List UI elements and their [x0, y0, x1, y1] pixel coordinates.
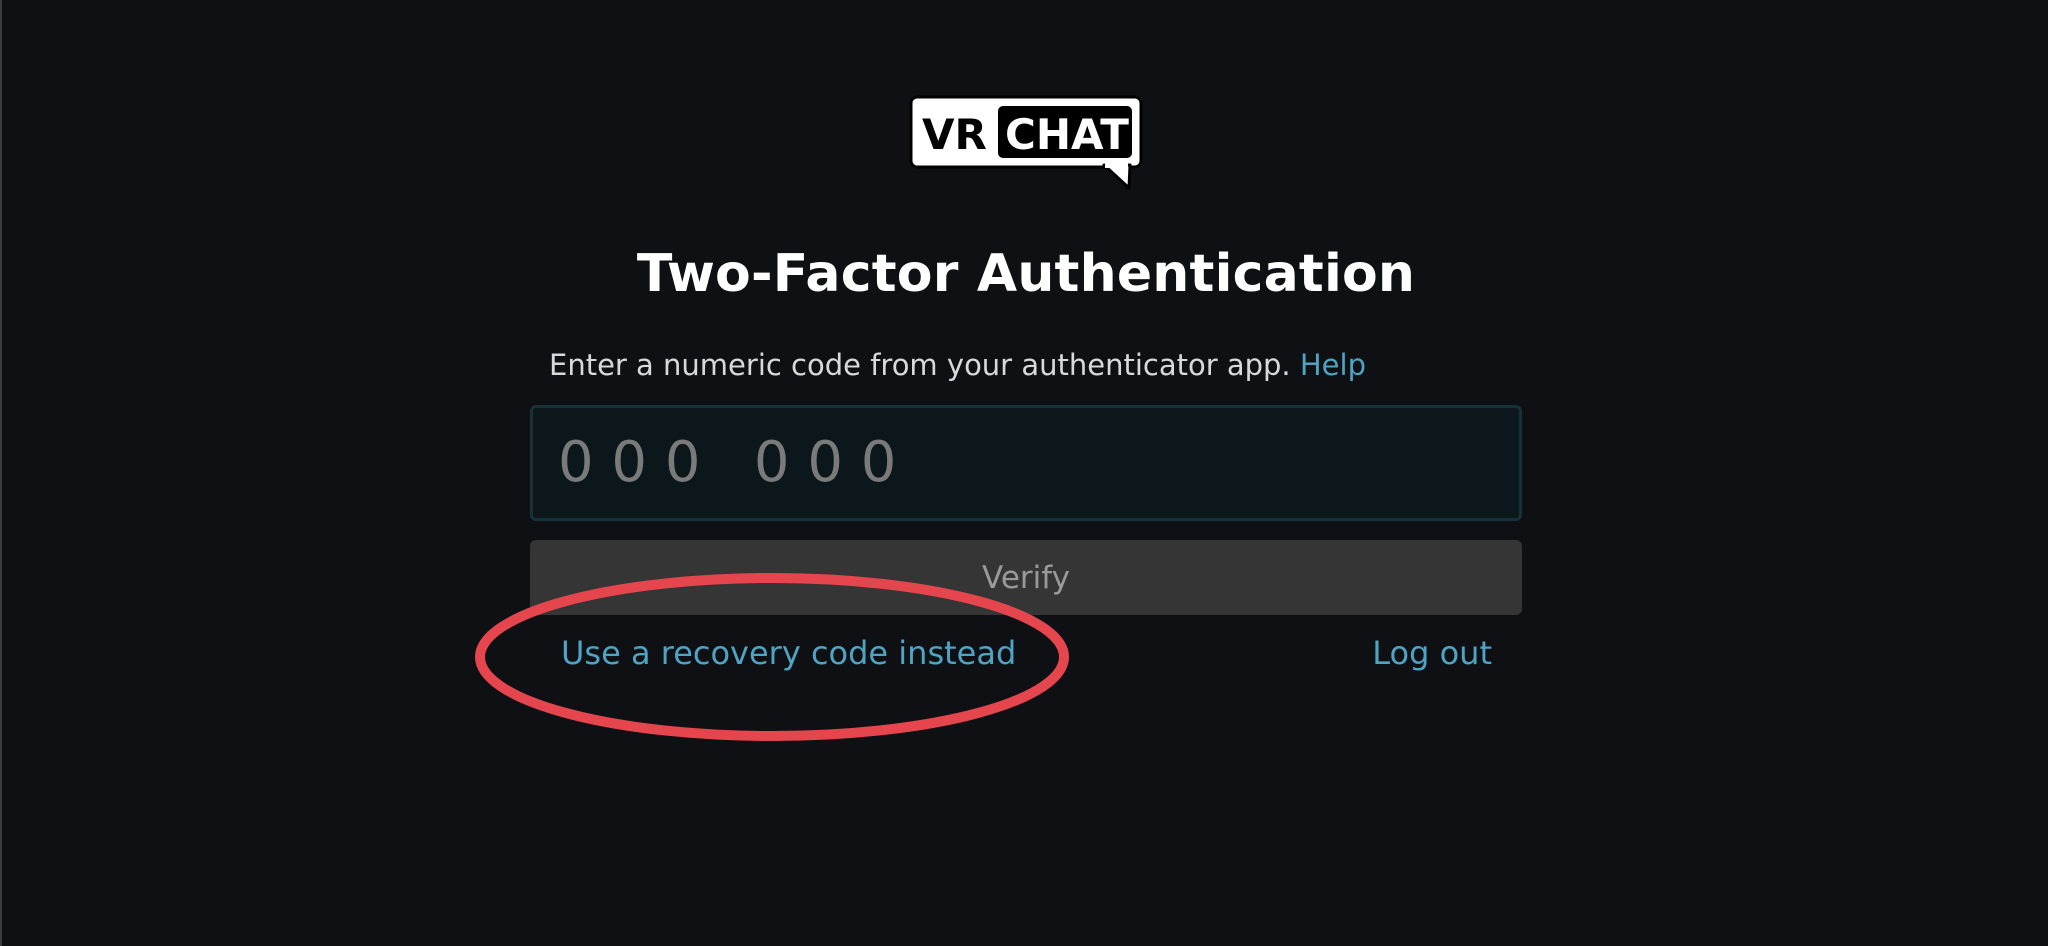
instruction-text: Enter a numeric code from your authentic… [549, 348, 1291, 382]
logo-text-vr: VR [922, 110, 987, 159]
logout-link[interactable]: Log out [1372, 634, 1492, 672]
vrchat-logo: VR CHAT [908, 94, 1144, 192]
help-link[interactable]: Help [1300, 348, 1366, 382]
recovery-code-link[interactable]: Use a recovery code instead [561, 634, 1016, 672]
two-factor-page: VR CHAT Two-Factor Authentication Enter … [0, 0, 2048, 946]
logo-text-chat: CHAT [1005, 110, 1129, 159]
auth-code-input[interactable] [530, 405, 1522, 521]
vrchat-logo-graphic: VR CHAT [909, 95, 1143, 190]
page-title: Two-Factor Authentication [636, 244, 1416, 304]
verify-button[interactable]: Verify [530, 540, 1522, 615]
secondary-links: Use a recovery code instead Log out [2, 634, 2048, 678]
instruction-text-row: Enter a numeric code from your authentic… [549, 348, 1366, 382]
